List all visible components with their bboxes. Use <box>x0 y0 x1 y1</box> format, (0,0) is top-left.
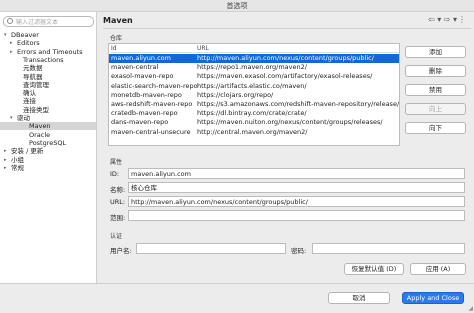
tree-item-label: Oracle <box>29 130 51 139</box>
tree-item-label: 元数据 <box>23 64 43 73</box>
name-label: 名称: <box>110 186 126 194</box>
disable-repository-button[interactable]: 禁用 <box>405 84 466 96</box>
repository-id-cell: elastic-search-maven-repo <box>111 81 198 90</box>
table-row[interactable]: cratedb-maven-repo https://dl.bintray.com… <box>109 109 399 118</box>
name-field[interactable]: 核心仓库 <box>128 182 465 193</box>
repository-id-cell: maven.aliyun.com <box>111 54 171 62</box>
repository-url-cell: https://repo1.maven.org/maven2/ <box>197 63 307 72</box>
repository-id-cell: exasol-maven-repo <box>111 72 174 81</box>
tree-item-label: 导航器 <box>23 72 43 81</box>
authentication-section-label: 认证 <box>110 233 123 240</box>
table-row[interactable]: aws-redshift-maven-repo https://s3.amazon… <box>109 100 399 109</box>
move-up-button[interactable]: 向上 <box>405 103 466 115</box>
table-row[interactable]: dans-maven-repo https://maven.nuiton.org/… <box>109 118 399 127</box>
dialog-button-bar: 取消 Apply and Close ◢ <box>0 283 474 313</box>
table-row[interactable]: monetdb-maven-repo https://clojars.org/re… <box>109 91 399 100</box>
preferences-tree-pane: ▾DBeaver▸Editors▸Errors and TimeoutsTran… <box>0 12 97 283</box>
tree-item-label: Transactions <box>23 55 64 64</box>
tree-item-label: Errors and Timeouts <box>17 47 83 56</box>
repository-id-cell: cratedb-maven-repo <box>111 109 178 118</box>
filter-box[interactable] <box>3 16 94 27</box>
table-row[interactable]: maven.aliyun.com http://maven.aliyun.com/… <box>109 54 399 63</box>
expand-arrow-icon[interactable]: ▸ <box>10 39 13 47</box>
window-titlebar: 首选项 <box>0 0 474 12</box>
repository-id-cell: monetdb-maven-repo <box>111 90 182 99</box>
tree-item-label: 小组 <box>11 155 24 164</box>
tree-item-label: 查询管理 <box>23 80 49 89</box>
repository-url-cell: https://dl.bintray.com/crate/crate/ <box>197 109 307 118</box>
expand-arrow-icon[interactable]: ▸ <box>4 164 7 172</box>
repository-url-cell: http://maven.aliyun.com/nexus/content/gr… <box>197 54 374 62</box>
view-menu-icon[interactable]: ⋮ <box>458 15 466 24</box>
expand-arrow-icon[interactable]: ▸ <box>4 147 7 155</box>
add-repository-button[interactable]: 添加 <box>405 46 466 58</box>
id-field[interactable]: maven.aliyun.com <box>128 168 465 179</box>
apply-and-close-button[interactable]: Apply and Close <box>402 292 464 304</box>
tree-item[interactable]: Maven <box>0 122 96 131</box>
username-field[interactable] <box>136 243 286 254</box>
repository-url-cell: https://maven.exasol.com/artifactory/exa… <box>197 72 373 81</box>
page-title: Maven <box>103 16 133 25</box>
remove-repository-button[interactable]: 删除 <box>405 65 466 77</box>
repository-url-cell: https://artifacts.elastic.co/maven/ <box>197 81 307 90</box>
column-header-url[interactable]: URL <box>197 44 399 53</box>
title-separator <box>103 28 471 29</box>
tree-item-label: 连接 <box>23 97 36 106</box>
column-header-id[interactable]: Id <box>111 44 197 53</box>
tree-item-label: 连接类型 <box>23 105 49 114</box>
filter-input[interactable] <box>16 18 92 26</box>
repository-id-cell: maven-central <box>111 63 159 72</box>
tree-item-label: 常规 <box>11 163 24 172</box>
repository-url-cell: http://central.maven.org/maven2/ <box>197 127 308 136</box>
repositories-section-label: 仓库 <box>110 35 123 42</box>
username-label: 用户名: <box>110 247 132 255</box>
table-row[interactable]: maven-central https://repo1.maven.org/mav… <box>109 63 399 72</box>
move-down-button[interactable]: 向下 <box>405 122 466 134</box>
url-label: URL: <box>110 198 126 206</box>
expand-arrow-icon[interactable]: ▸ <box>4 156 7 164</box>
scope-field[interactable] <box>128 210 465 221</box>
url-field[interactable]: http://maven.aliyun.com/nexus/content/gr… <box>128 196 465 207</box>
expand-arrow-icon[interactable]: ▸ <box>10 48 13 56</box>
repositories-table[interactable]: Id URL maven.aliyun.com http://maven.aliy… <box>108 43 400 146</box>
history-navigation-icon[interactable]: ⇦ ▾ ⇨ ▾ <box>428 15 457 24</box>
repository-url-cell: https://s3.amazonaws.com/redshift-maven-… <box>197 100 400 108</box>
tree-item-label: DBeaver <box>11 31 39 39</box>
password-field[interactable] <box>312 243 465 254</box>
tree-item-label: 确认 <box>23 89 36 98</box>
collapse-arrow-icon[interactable]: ▾ <box>10 114 13 122</box>
search-icon <box>7 18 13 24</box>
table-row[interactable]: exasol-maven-repo https://maven.exasol.co… <box>109 72 399 81</box>
window-title: 首选项 <box>226 2 248 10</box>
tree-item-label: Editors <box>17 39 40 48</box>
repository-id-cell: dans-maven-repo <box>111 118 169 127</box>
repository-url-cell: https://clojars.org/repo/ <box>197 90 274 99</box>
collapse-arrow-icon[interactable]: ▾ <box>4 31 7 39</box>
maven-preference-page: Maven ⇦ ▾ ⇨ ▾ ⋮ 仓库 Id URL maven.aliyun.c… <box>98 12 474 283</box>
properties-section-label: 属性 <box>110 159 123 166</box>
password-label: 密码: <box>291 247 307 255</box>
id-label: ID: <box>110 170 120 178</box>
tree-item-label: 安装 / 更新 <box>11 147 44 156</box>
restore-defaults-button[interactable]: 恢复默认值 (D) <box>344 263 404 275</box>
repository-id-cell: maven-central-unsecure <box>111 127 191 136</box>
resize-grip-icon[interactable]: ◢ <box>468 305 473 312</box>
table-row[interactable]: maven-central-unsecure http://central.mav… <box>109 128 399 137</box>
tree-item-label: 驱动 <box>17 114 30 122</box>
scope-label: 范围: <box>110 214 126 222</box>
apply-button[interactable]: 应用 (A) <box>410 263 466 275</box>
tree-item-label: PostgreSQL <box>29 138 67 147</box>
repository-url-cell: https://maven.nuiton.org/nexus/content/g… <box>197 118 383 127</box>
tree-item-label: Maven <box>29 122 51 131</box>
cancel-button[interactable]: 取消 <box>328 292 390 304</box>
table-row[interactable]: elastic-search-maven-repo https://artifac… <box>109 82 399 91</box>
repository-id-cell: aws-redshift-maven-repo <box>111 100 193 108</box>
